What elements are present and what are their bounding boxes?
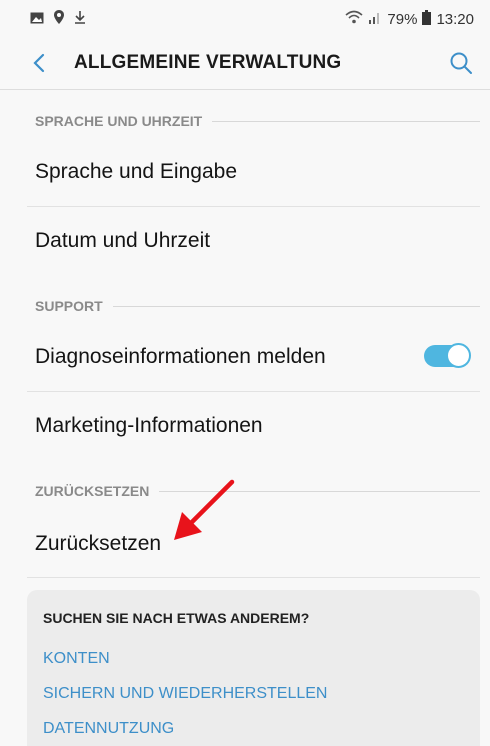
signal-icon (368, 10, 382, 28)
app-bar-divider (0, 89, 490, 90)
list-item-zuruecksetzen[interactable]: Zurücksetzen (0, 510, 490, 578)
item-divider (27, 577, 480, 578)
section-header-label: SPRACHE UND UHRZEIT (35, 113, 203, 129)
toggle-knob (446, 343, 471, 368)
list-item-diagnoseinformationen[interactable]: Diagnoseinformationen melden (0, 323, 490, 391)
section-header-support: SUPPORT (35, 296, 480, 316)
section-divider (112, 305, 480, 307)
link-sichern-wiederherstellen[interactable]: SICHERN UND WIEDERHERSTELLEN (43, 685, 327, 703)
search-button[interactable] (448, 50, 474, 76)
link-konten[interactable]: KONTEN (43, 650, 110, 668)
list-item-label: Datum und Uhrzeit (35, 229, 211, 252)
location-icon (54, 10, 64, 28)
section-divider (212, 120, 480, 122)
red-arrow-annotation (174, 479, 235, 540)
status-icons-left (30, 10, 86, 28)
list-item-marketing[interactable]: Marketing-Informationen (0, 392, 490, 460)
link-datennutzung[interactable]: DATENNUTZUNG (43, 720, 174, 738)
clock: 13:20 (436, 10, 474, 28)
section-header-sprache: SPRACHE UND UHRZEIT (35, 111, 480, 131)
list-item-datum-uhrzeit[interactable]: Datum und Uhrzeit (0, 207, 490, 275)
suggestion-card-title: SUCHEN SIE NACH ETWAS ANDEREM? (43, 610, 310, 626)
list-item-sprache-eingabe[interactable]: Sprache und Eingabe (0, 138, 490, 206)
diagnose-toggle[interactable] (424, 343, 471, 369)
page-title: ALLGEMEINE VERWALTUNG (74, 52, 342, 73)
battery-icon (422, 9, 432, 29)
app-bar: ALLGEMEINE VERWALTUNG (0, 38, 490, 88)
wifi-icon (345, 10, 363, 28)
download-icon (74, 10, 86, 28)
battery-percent: 79% (387, 10, 418, 28)
chevron-left-icon (33, 53, 45, 73)
list-item-label: Diagnoseinformationen melden (35, 345, 326, 368)
status-icons-right: 79% 13:20 (345, 9, 474, 29)
list-item-label: Sprache und Eingabe (35, 160, 237, 183)
list-item-label: Zurücksetzen (35, 532, 162, 555)
section-header-label: ZURÜCKSETZEN (35, 483, 150, 499)
status-bar: 79% 13:20 (0, 0, 490, 38)
section-header-zuruecksetzen: ZURÜCKSETZEN (35, 481, 480, 501)
back-button[interactable] (26, 50, 52, 76)
list-item-label: Marketing-Informationen (35, 414, 263, 437)
image-icon (30, 11, 44, 28)
section-header-label: SUPPORT (35, 298, 103, 314)
suggestion-card: SUCHEN SIE NACH ETWAS ANDEREM? KONTEN SI… (27, 590, 480, 746)
search-icon (450, 52, 472, 74)
